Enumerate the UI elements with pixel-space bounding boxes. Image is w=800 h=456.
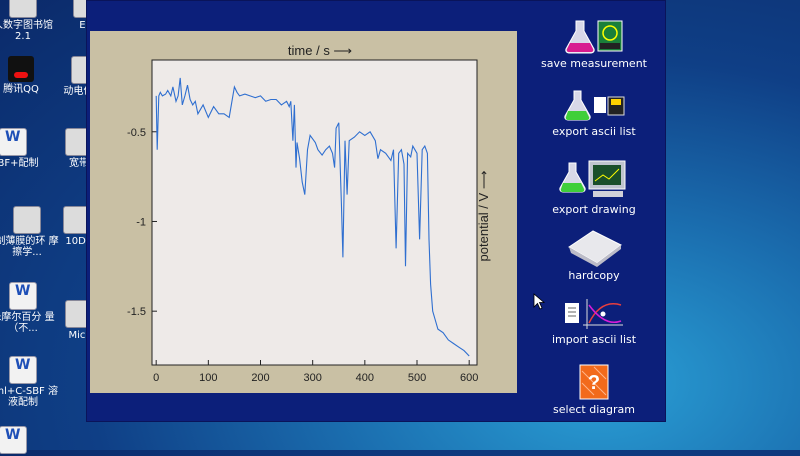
select-diagram-label: select diagram [553,403,635,416]
potential-time-chart: 0 100 200 300 400 500 600 -0.5 -1 -1.5 time / s … [127,43,491,384]
diagram-panel: 0 100 200 300 400 500 600 -0.5 -1 -1.5 time / s … [90,31,517,393]
y-tick-label: -1 [136,216,146,228]
x-tick-label: 600 [460,372,478,384]
import-ascii-list-button[interactable]: import ascii list [535,297,653,346]
desktop-icon-csbf-doc[interactable]: 0ml+C-SBF 溶液配制 [0,356,58,408]
document-icon [13,206,41,234]
save-measurement-label: save measurement [541,57,647,70]
x-tick-label: 300 [303,372,321,384]
x-tick-label: 100 [199,372,217,384]
y-tick-label: -1.5 [127,306,146,318]
diagram-selection-icon: ? [579,364,609,400]
select-diagram-button[interactable]: ? select diagram [535,363,653,416]
word-document-icon [0,128,27,156]
desktop-icon-column: 人数字图书馆2.1 EIS 腾讯QQ 动电位 线 -SBF+配制 宽带 制薄膜的… [0,0,107,454]
y-tick-label: -0.5 [127,127,146,139]
export-drawing-button[interactable]: export drawing [535,157,653,216]
hardcopy-button[interactable]: hardcopy [535,227,653,282]
export-ascii-list-button[interactable]: export ascii list [535,89,653,138]
desktop-icon-library[interactable]: 人数字图书馆2.1 [0,0,58,42]
word-document-icon [9,356,37,384]
paper-sheet-icon [568,230,622,267]
x-tick-label: 0 [153,372,159,384]
x-tick-label: 500 [408,372,426,384]
x-axis-label: time / s ⟶ [288,43,352,58]
measurement-app-window: 0 100 200 300 400 500 600 -0.5 -1 -1.5 time / s … [86,0,666,422]
x-tick-label: 400 [356,372,374,384]
svg-text:?: ? [588,372,600,394]
x-tick-label: 200 [251,372,269,384]
word-document-icon [9,282,37,310]
flask-and-disk-icon [564,90,625,121]
hardcopy-label: hardcopy [568,269,620,282]
desktop-icon-sbf-doc[interactable]: -SBF+配制 [0,128,48,169]
list-and-graph-icon [565,299,623,329]
y-axis-label: potential / V ⟶ [476,171,491,262]
library-icon [9,0,37,18]
qq-penguin-icon [8,56,34,82]
desktop-icon-qq[interactable]: 腾讯QQ [0,56,56,95]
export-drawing-label: export drawing [552,203,636,216]
flask-and-monitor-icon [559,160,626,197]
save-measurement-button[interactable]: save measurement [535,17,653,70]
export-ascii-list-label: export ascii list [552,125,636,138]
import-ascii-list-label: import ascii list [551,333,637,346]
desktop-icon-word-doc[interactable] [0,426,48,456]
mouse-pointer-icon [533,293,546,310]
flask-and-meter-icon [565,20,623,54]
